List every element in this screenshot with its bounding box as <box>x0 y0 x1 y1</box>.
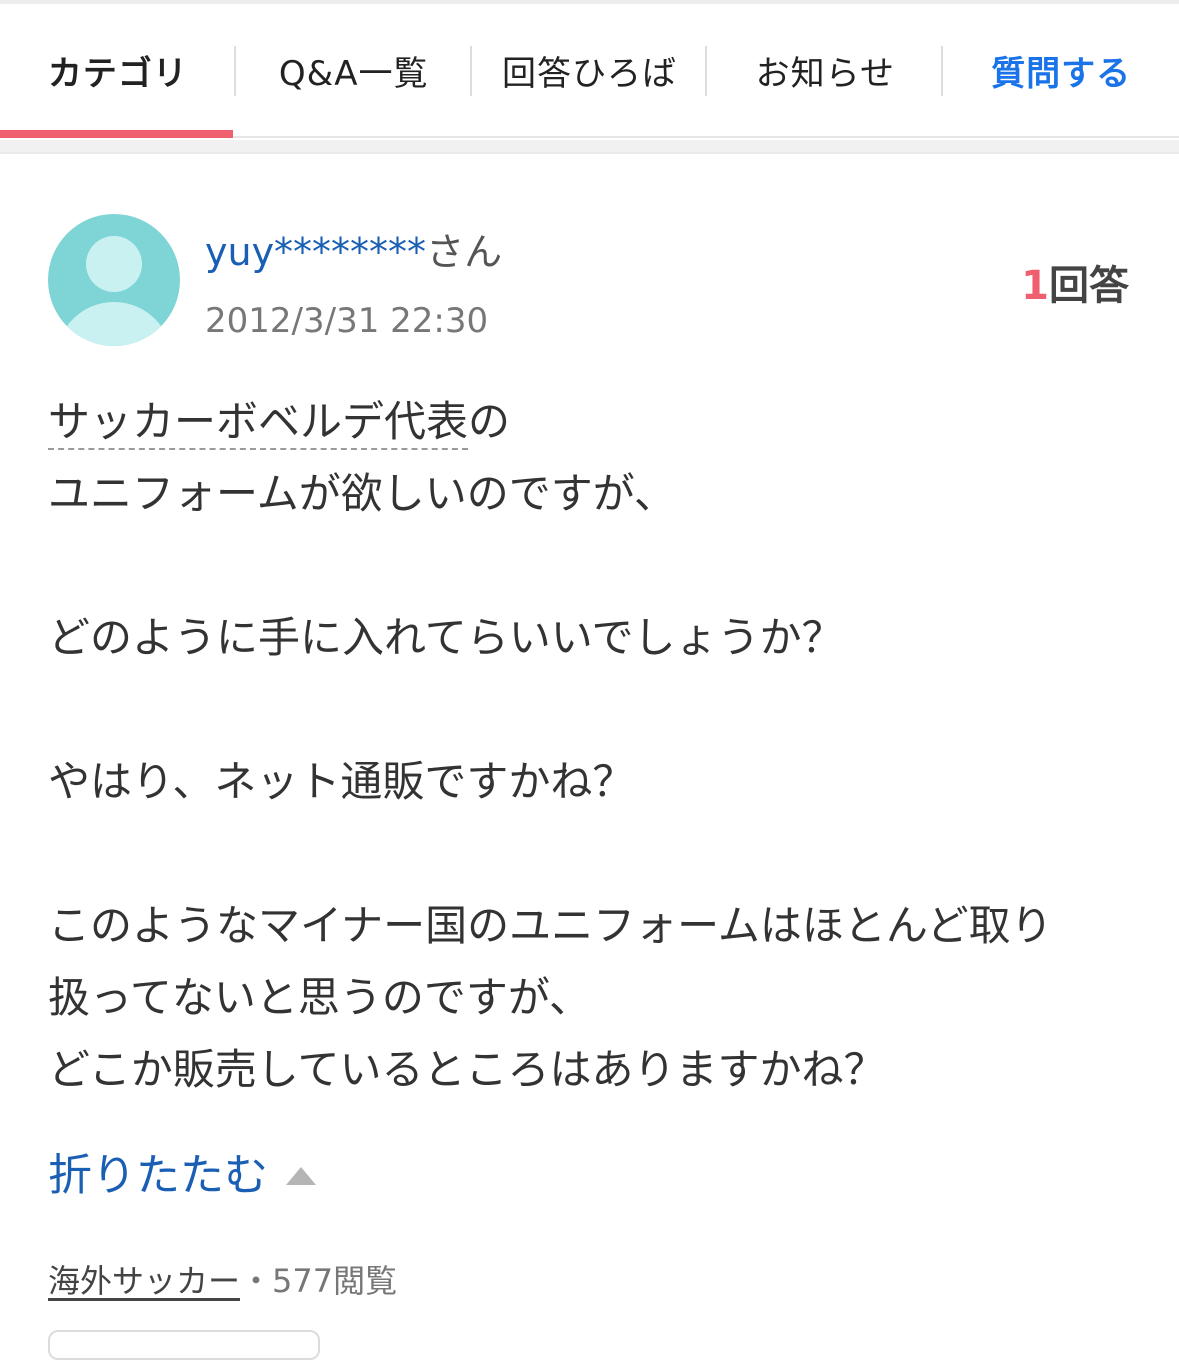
question-meta: 海外サッカー・577閲覧 <box>48 1256 397 1306</box>
question-line-tail: の <box>468 397 511 446</box>
category-link[interactable]: 海外サッカー <box>48 1262 240 1300</box>
tab-news-label: お知らせ <box>755 53 895 94</box>
next-card-edge <box>48 1330 320 1360</box>
keyword-link[interactable]: サッカーボベルデ代表 <box>48 397 469 450</box>
tab-news[interactable]: お知らせ <box>707 4 944 136</box>
question-line: 扱ってないと思うのですが、 <box>48 973 592 1022</box>
ask-question-button[interactable]: 質問する <box>943 4 1179 136</box>
ask-question-label: 質問する <box>991 53 1132 94</box>
tab-bar: カテゴリ Q&A一覧 回答ひろば お知らせ 質問する <box>0 4 1179 138</box>
tab-category[interactable]: カテゴリ <box>0 4 236 138</box>
post-date: 2012/3/31 22:30 <box>205 301 489 341</box>
meta-separator: ・ <box>240 1262 273 1300</box>
question-line: どこか販売しているところはありますかね？ <box>48 1045 886 1094</box>
active-tab-indicator <box>0 130 233 138</box>
user-line: yuy********さん <box>205 224 502 280</box>
question-line: どのように手に入れてらいいでしょうか？ <box>48 613 844 662</box>
tab-qa-list[interactable]: Q&A一覧 <box>236 4 472 136</box>
avatar[interactable] <box>48 214 180 346</box>
answer-count-number: 1 <box>1021 263 1049 309</box>
answer-count-label: 回答 <box>1049 263 1129 309</box>
header-divider <box>0 140 1179 154</box>
question-line: やはり、ネット通販ですかね？ <box>48 757 635 806</box>
question-body: サッカーボベルデ代表の ユニフォームが欲しいのですが、 どのように手に入れてらい… <box>48 386 1138 1106</box>
avatar-body-shape <box>56 302 172 346</box>
question-line: ユニフォームが欲しいのですが、 <box>48 469 676 518</box>
tab-category-label: カテゴリ <box>47 53 188 94</box>
user-name-link[interactable]: yuy******** <box>205 230 426 274</box>
caret-up-icon <box>286 1167 316 1185</box>
collapse-button[interactable]: 折りたたむ <box>48 1146 316 1206</box>
question-line: サッカーボベルデ代表の <box>48 386 1138 458</box>
collapse-label: 折りたたむ <box>48 1150 268 1201</box>
view-count: 577閲覧 <box>272 1262 398 1300</box>
user-honorific: さん <box>426 230 503 274</box>
avatar-head-shape <box>86 236 142 292</box>
tab-answer-plaza[interactable]: 回答ひろば <box>472 4 708 136</box>
tab-answer-plaza-label: 回答ひろば <box>501 53 677 94</box>
tab-qa-list-label: Q&A一覧 <box>278 53 429 94</box>
question-line: このようなマイナー国のユニフォームはほとんど取り <box>48 901 1053 950</box>
answer-count-badge[interactable]: 1回答 <box>1021 258 1129 314</box>
